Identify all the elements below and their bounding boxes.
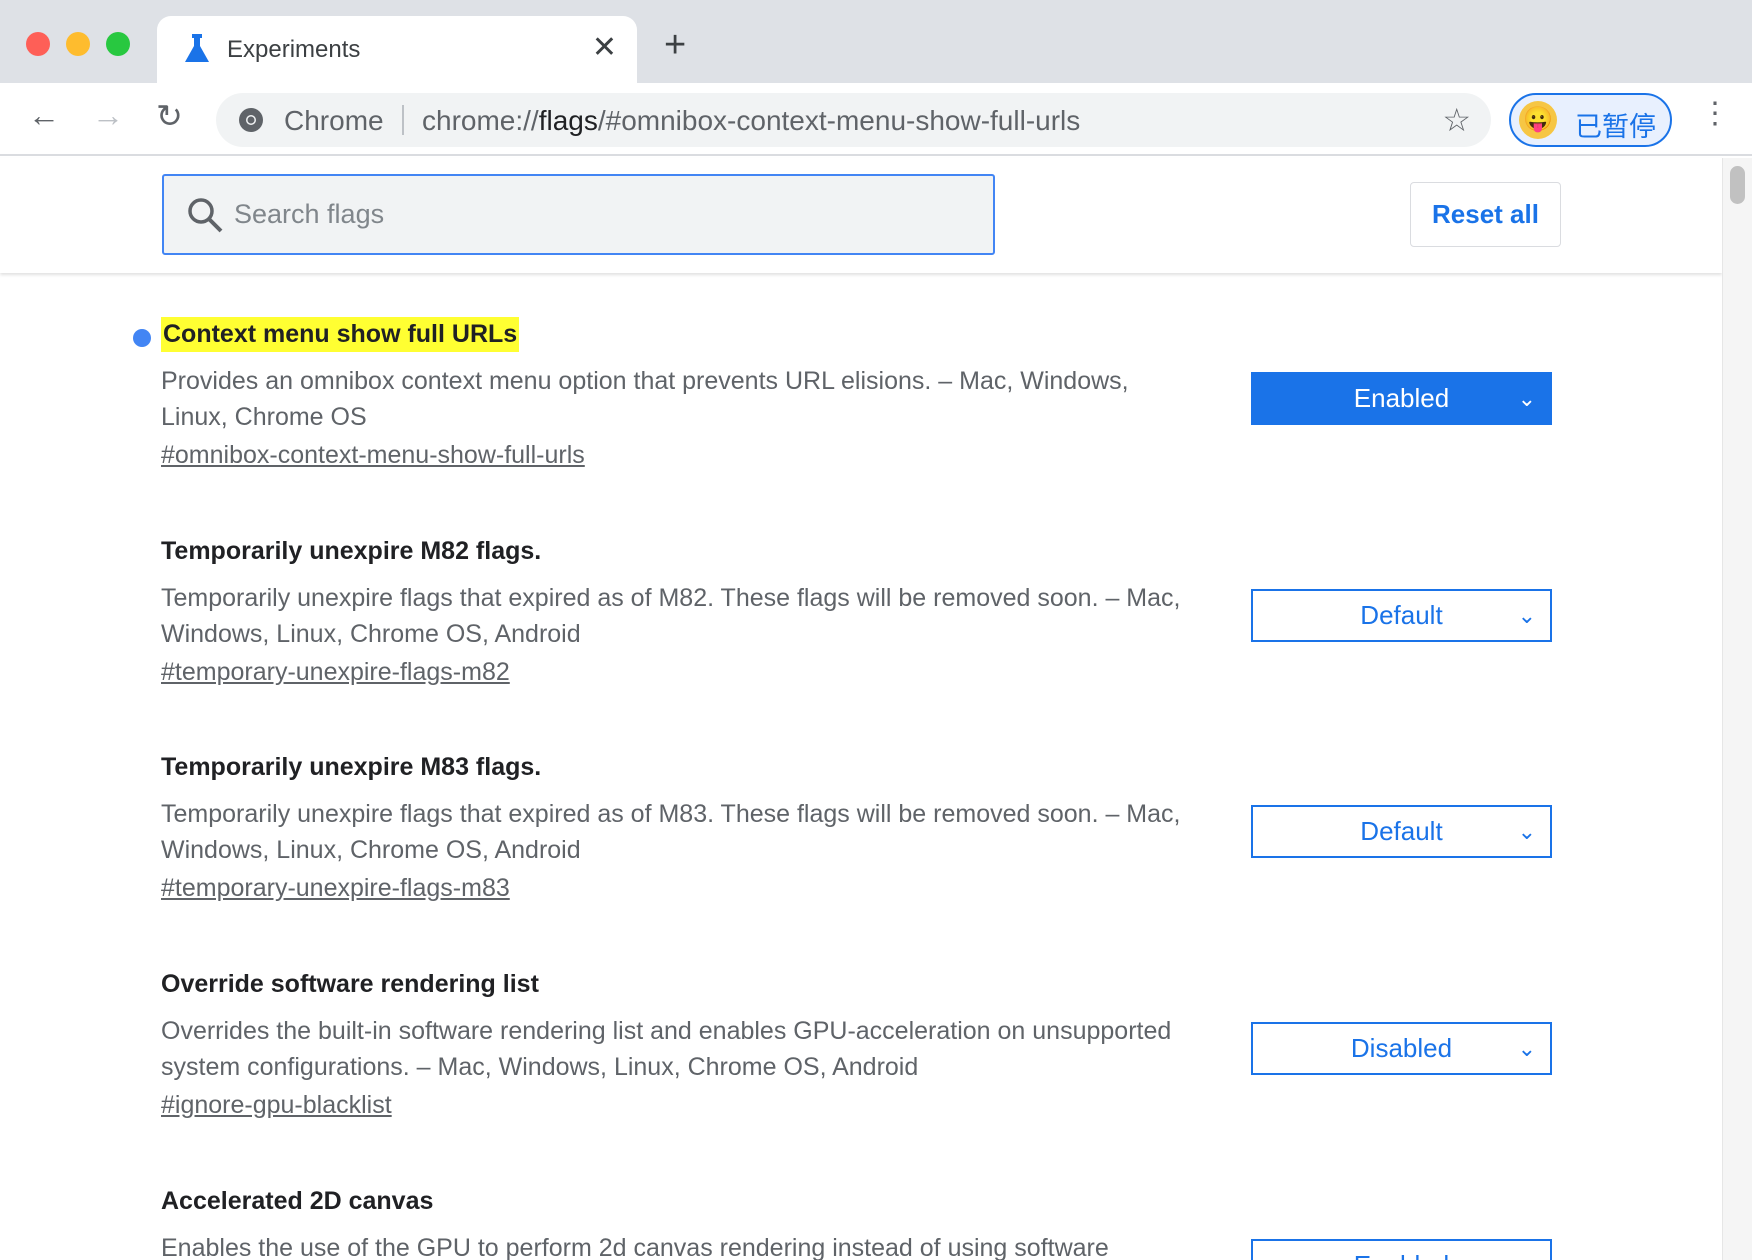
search-input[interactable] [234,194,934,234]
chevron-down-icon: ⌄ [1517,819,1536,844]
url-text[interactable]: chrome://flags/#omnibox-context-menu-sho… [422,105,1080,137]
toolbar: ← → ↻ Chrome chrome://flags/#omnibox-con… [0,83,1752,156]
flag-title: Context menu show full URLs [161,317,520,352]
flag-description: Provides an omnibox context menu option … [161,367,1129,431]
minimize-window-button[interactable] [66,32,90,56]
flag-title: Temporarily unexpire M82 flags. [161,537,542,565]
tab-experiments[interactable]: Experiments ✕ [157,16,637,83]
flag-description: Temporarily unexpire flags that expired … [161,800,1181,864]
chevron-down-icon: ⌄ [1517,603,1536,628]
bookmark-star-icon[interactable]: ☆ [1442,101,1471,139]
flag-link[interactable]: #temporary-unexpire-flags-m82 [161,658,510,687]
flag-link[interactable]: #ignore-gpu-blacklist [161,1091,392,1120]
chevron-down-icon: ⌄ [1518,1241,1536,1260]
chevron-down-icon: ⌄ [1517,386,1536,411]
profile-status: 已暂停 [1575,112,1656,142]
address-bar[interactable]: Chrome chrome://flags/#omnibox-context-m… [216,93,1491,147]
avatar: 😛 [1519,101,1557,139]
profile-button[interactable]: 😛 已暂停 [1509,93,1672,147]
origin-chip: Chrome [284,105,384,136]
close-tab-icon[interactable]: ✕ [592,30,617,65]
reload-button[interactable]: ↻ [156,97,183,135]
search-icon [188,198,223,233]
close-window-button[interactable] [26,32,50,56]
divider [402,105,404,135]
scrollbar-thumb[interactable] [1730,166,1745,204]
flag-select[interactable]: Enabled⌄ [1251,372,1552,425]
flag-link[interactable]: #omnibox-context-menu-show-full-urls [161,441,585,470]
flag-title: Override software rendering list [161,970,539,998]
chrome-icon [239,108,263,132]
flag-select[interactable]: Enabled⌄ [1251,1239,1552,1260]
flag-select[interactable]: Default ⌄ [1251,805,1552,858]
tab-strip: Experiments ✕ + [0,0,1752,83]
flag-select[interactable]: Disabled ⌄ [1251,1022,1552,1075]
flag-select[interactable]: Default ⌄ [1251,589,1552,642]
flag-link[interactable]: #temporary-unexpire-flags-m83 [161,874,510,903]
reset-all-button[interactable]: Reset all [1410,182,1561,247]
modified-indicator [133,329,151,347]
search-field[interactable] [162,174,995,255]
flag-description: Enables the use of the GPU to perform 2d… [161,1234,1109,1260]
flags-header: Reset all [0,158,1722,273]
forward-button[interactable]: → [92,97,124,134]
flag-description: Temporarily unexpire flags that expired … [161,584,1181,648]
flag-description: Overrides the built-in software renderin… [161,1017,1172,1081]
chevron-down-icon: ⌄ [1517,1036,1536,1061]
flask-icon [185,34,209,62]
new-tab-button[interactable]: + [664,26,686,64]
maximize-window-button[interactable] [106,32,130,56]
flag-title: Accelerated 2D canvas [161,1187,434,1215]
back-button[interactable]: ← [28,97,60,134]
flag-title: Temporarily unexpire M83 flags. [161,753,542,781]
scrollbar[interactable] [1722,158,1752,1260]
more-menu-icon[interactable]: ⋮ [1700,99,1730,129]
tab-title: Experiments [227,36,361,63]
flags-list: Context menu show full URLs Provides an … [0,273,1722,1260]
